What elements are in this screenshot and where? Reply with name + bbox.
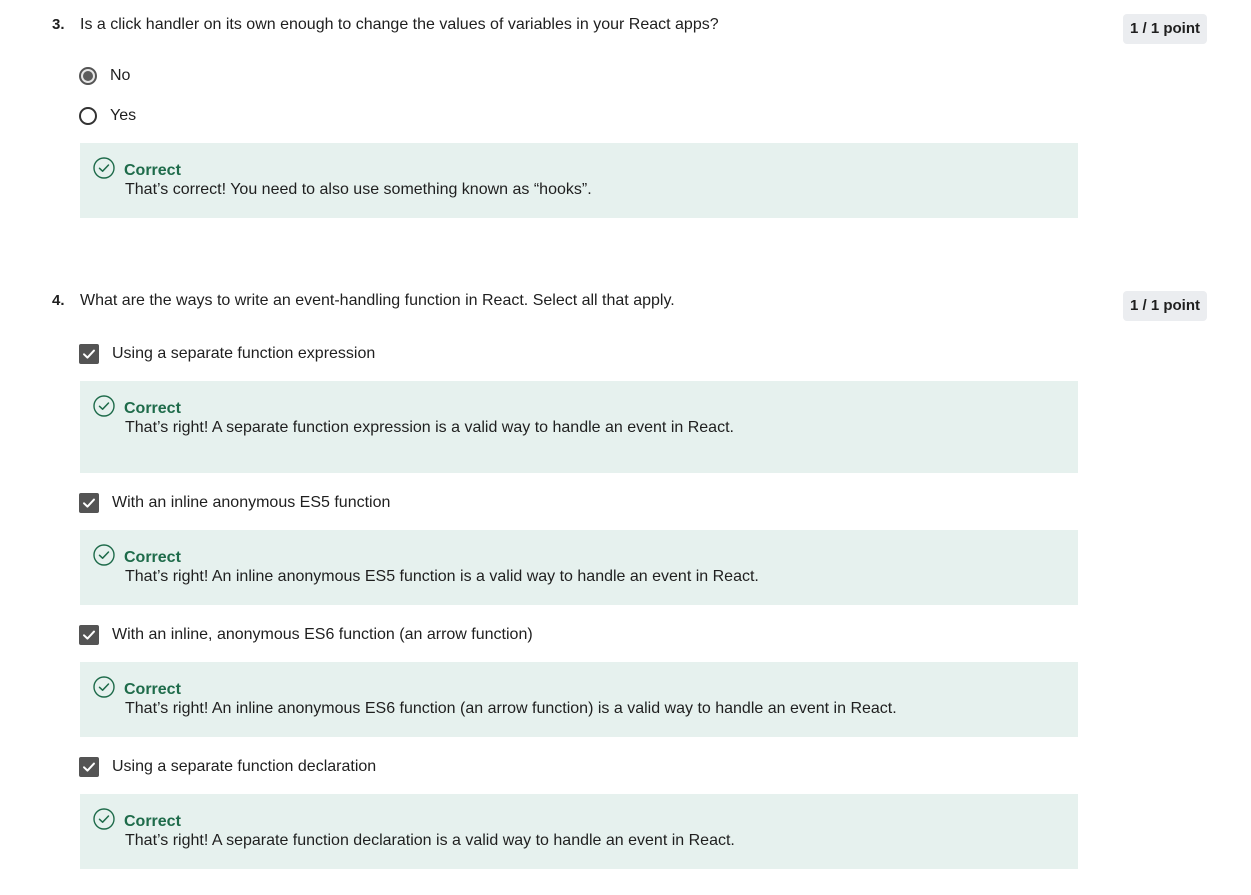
check-circle-icon xyxy=(93,544,115,571)
feedback-title: Correct xyxy=(124,161,181,179)
option-label: Using a separate function expression xyxy=(112,345,376,362)
checkbox-option[interactable]: With an inline anonymous ES5 function xyxy=(79,492,390,514)
feedback-correct: Correct That’s right! An inline anonymou… xyxy=(80,662,1078,737)
feedback-title: Correct xyxy=(124,548,181,566)
feedback-title: Correct xyxy=(124,812,181,830)
feedback-correct: Correct That’s right! An inline anonymou… xyxy=(80,530,1078,605)
checkbox-checked[interactable] xyxy=(79,344,99,364)
checkbox-checked[interactable] xyxy=(79,625,99,645)
question-number: 3. xyxy=(52,16,65,33)
radio-option-yes[interactable]: Yes xyxy=(79,105,136,127)
question-number: 4. xyxy=(52,292,65,309)
option-label: No xyxy=(110,67,131,84)
option-label: Using a separate function declaration xyxy=(112,758,377,775)
radio-option-no[interactable]: No xyxy=(79,65,130,87)
feedback-correct: Correct That’s right! A separate functio… xyxy=(80,381,1078,473)
points-badge: 1 / 1 point xyxy=(1123,14,1207,44)
checkmark-icon xyxy=(83,630,95,640)
checkbox-option[interactable]: Using a separate function declaration xyxy=(79,756,376,778)
checkbox-checked[interactable] xyxy=(79,757,99,777)
question-text: What are the ways to write an event-hand… xyxy=(80,292,675,309)
check-circle-icon xyxy=(93,676,115,703)
feedback-header: Correct xyxy=(93,544,181,571)
option-label: With an inline, anonymous ES6 function (… xyxy=(112,626,533,643)
checkmark-icon xyxy=(83,498,95,508)
feedback-text: That’s right! An inline anonymous ES6 fu… xyxy=(125,700,897,717)
check-circle-icon xyxy=(93,808,115,835)
feedback-header: Correct xyxy=(93,808,181,835)
radio-button[interactable] xyxy=(79,107,97,125)
check-circle-icon xyxy=(93,395,115,422)
feedback-title: Correct xyxy=(124,399,181,417)
points-badge: 1 / 1 point xyxy=(1123,291,1207,321)
feedback-correct: Correct That’s right! A separate functio… xyxy=(80,794,1078,869)
checkmark-icon xyxy=(83,762,95,772)
feedback-header: Correct xyxy=(93,157,181,184)
feedback-header: Correct xyxy=(93,395,181,422)
feedback-text: That’s right! A separate function expres… xyxy=(125,419,734,436)
feedback-text: That’s right! A separate function declar… xyxy=(125,832,735,849)
checkbox-checked[interactable] xyxy=(79,493,99,513)
feedback-correct: Correct That’s correct! You need to also… xyxy=(80,143,1078,218)
feedback-header: Correct xyxy=(93,676,181,703)
feedback-text: That’s correct! You need to also use som… xyxy=(125,181,592,198)
question-text: Is a click handler on its own enough to … xyxy=(80,16,719,33)
feedback-text: That’s right! An inline anonymous ES5 fu… xyxy=(125,568,759,585)
option-label: With an inline anonymous ES5 function xyxy=(112,494,391,511)
option-label: Yes xyxy=(110,107,137,124)
feedback-title: Correct xyxy=(124,680,181,698)
checkbox-option[interactable]: With an inline, anonymous ES6 function (… xyxy=(79,624,533,646)
checkbox-option[interactable]: Using a separate function expression xyxy=(79,343,375,365)
check-circle-icon xyxy=(93,157,115,184)
radio-button-selected[interactable] xyxy=(79,67,97,85)
checkmark-icon xyxy=(83,349,95,359)
